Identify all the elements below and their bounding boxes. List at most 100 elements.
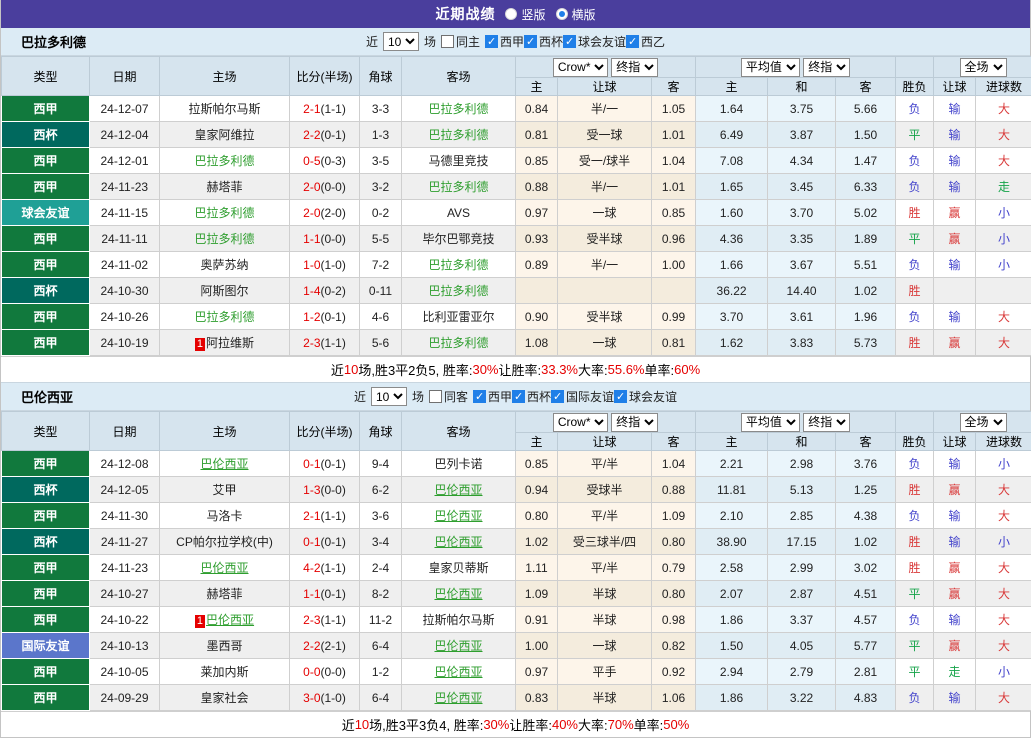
match-row: 西甲24-12-07拉斯帕尔马斯2-1(1-1)3-3巴拉多利德0.84半/一1… (2, 96, 1031, 122)
away-team-cell: 巴拉多利德 (402, 96, 516, 122)
checkbox-checked-icon[interactable] (485, 35, 498, 48)
team-home-link[interactable]: 巴拉多利德 (194, 154, 254, 168)
league-filter-西杯[interactable]: 西杯 (524, 33, 563, 50)
half-time-score: (0-3) (321, 154, 346, 168)
final-odds-select-2[interactable]: 终指 (803, 58, 850, 77)
result-cell: 负 (896, 96, 934, 122)
league-filter-球会友谊[interactable]: 球会友谊 (563, 33, 626, 50)
match-row: 西甲24-11-23巴伦西亚4-2(1-1)2-4皇家贝蒂斯1.11平/半0.7… (2, 555, 1031, 581)
odds-home-cell: 1.11 (516, 555, 558, 581)
checkbox-checked-icon[interactable] (563, 35, 576, 48)
team-away-link[interactable]: 巴拉多利德 (428, 284, 488, 298)
checkbox-checked-icon[interactable] (524, 35, 537, 48)
avg-home-cell: 38.90 (696, 529, 768, 555)
checkbox-checked-icon[interactable] (473, 390, 486, 403)
team-home-link[interactable]: 巴拉多利德 (194, 206, 254, 220)
score-cell: 2-0(2-0) (290, 200, 360, 226)
match-row: 西甲24-10-191阿拉维斯2-3(1-1)5-6巴拉多利德1.08一球0.8… (2, 330, 1031, 356)
away-team-cell: 巴伦西亚 (402, 633, 516, 659)
radio-horizontal-icon[interactable] (556, 8, 568, 20)
odds-home-cell: 0.88 (516, 174, 558, 200)
layout-horizontal-option[interactable]: 横版 (556, 6, 596, 23)
team-home-link[interactable]: 巴伦西亚 (206, 613, 254, 627)
match-date-cell: 24-10-27 (90, 581, 160, 607)
team-away-link[interactable]: 巴拉多利德 (428, 102, 488, 116)
bookmaker-select[interactable]: Crow* (553, 413, 608, 432)
team-away-link[interactable]: 巴伦西亚 (434, 535, 482, 549)
team-home-label: 奥萨苏纳 (200, 258, 248, 272)
team-away-link[interactable]: 巴伦西亚 (434, 509, 482, 523)
team-away-link[interactable]: 巴伦西亚 (434, 665, 482, 679)
handicap-result-cell: 赢 (934, 555, 976, 581)
full-time-score: 2-1 (303, 509, 320, 523)
result-cell: 负 (896, 503, 934, 529)
team-home-link[interactable]: 巴伦西亚 (200, 561, 248, 575)
final-odds-select[interactable]: 终指 (611, 413, 658, 432)
odds-away-cell: 0.79 (652, 555, 696, 581)
full-time-select[interactable]: 全场 (960, 58, 1007, 77)
odds-home-cell: 0.97 (516, 659, 558, 685)
league-filter-西杯[interactable]: 西杯 (512, 388, 551, 405)
match-date-cell: 24-09-29 (90, 685, 160, 711)
checkbox-checked-icon[interactable] (626, 35, 639, 48)
league-filter-西甲[interactable]: 西甲 (485, 33, 524, 50)
team-away-link[interactable]: 巴伦西亚 (434, 587, 482, 601)
odds-away-cell: 0.96 (652, 226, 696, 252)
layout-vertical-option[interactable]: 竖版 (505, 6, 545, 23)
team-home-label: 墨西哥 (206, 639, 242, 653)
league-filter-西乙[interactable]: 西乙 (626, 33, 665, 50)
average-select[interactable]: 平均值 (741, 413, 800, 432)
match-row: 西甲24-10-27赫塔菲1-1(0-1)8-2巴伦西亚1.09半球0.802.… (2, 581, 1031, 607)
goals-result-cell: 小 (976, 529, 1031, 555)
same-venue-filter[interactable]: 同主 (441, 33, 480, 50)
league-filter-西甲[interactable]: 西甲 (473, 388, 512, 405)
result-cell: 平 (896, 659, 934, 685)
checkbox-checked-icon[interactable] (614, 390, 627, 403)
handicap-result-cell: 赢 (934, 330, 976, 356)
bookmaker-select[interactable]: Crow* (553, 58, 608, 77)
checkbox-checked-icon[interactable] (512, 390, 525, 403)
team-away-link[interactable]: 巴拉多利德 (428, 336, 488, 350)
final-odds-select[interactable]: 终指 (611, 58, 658, 77)
half-time-score: (1-1) (321, 509, 346, 523)
avg-draw-cell: 2.85 (768, 503, 836, 529)
games-count-select[interactable]: 10 (371, 387, 407, 406)
full-time-score: 2-1 (303, 102, 320, 116)
col-handicap: 让球 (558, 78, 652, 96)
same-venue-filter[interactable]: 同客 (429, 388, 468, 405)
final-odds-select-2[interactable]: 终指 (803, 413, 850, 432)
checkbox-checked-icon[interactable] (551, 390, 564, 403)
team-home-link[interactable]: 巴拉多利德 (194, 232, 254, 246)
avg-away-cell: 1.47 (836, 148, 896, 174)
avg-home-cell: 2.21 (696, 451, 768, 477)
league-filter-国际友谊[interactable]: 国际友谊 (551, 388, 614, 405)
team-away-link[interactable]: 巴伦西亚 (434, 639, 482, 653)
match-league-cell: 西杯 (2, 122, 90, 148)
team-away-link[interactable]: 巴伦西亚 (434, 691, 482, 705)
odds-home-cell: 0.90 (516, 304, 558, 330)
average-select[interactable]: 平均值 (741, 58, 800, 77)
games-count-select[interactable]: 10 (383, 32, 419, 51)
team-home-link[interactable]: 巴伦西亚 (200, 457, 248, 471)
avg-draw-cell: 4.34 (768, 148, 836, 174)
checkbox-unchecked-icon[interactable] (441, 35, 454, 48)
handicap-result-cell: 输 (934, 174, 976, 200)
home-team-cell: 赫塔菲 (160, 174, 290, 200)
handicap-cell: 一球 (558, 633, 652, 659)
corner-cell: 5-6 (360, 330, 402, 356)
radio-vertical-icon[interactable] (505, 8, 517, 20)
full-time-score: 1-2 (303, 310, 320, 324)
team-away-link[interactable]: 巴拉多利德 (428, 180, 488, 194)
avg-home-cell: 4.36 (696, 226, 768, 252)
team-away-link[interactable]: 巴拉多利德 (428, 258, 488, 272)
handicap-cell: 平手 (558, 659, 652, 685)
avg-home-cell: 36.22 (696, 278, 768, 304)
league-filter-球会友谊[interactable]: 球会友谊 (614, 388, 677, 405)
team-away-link[interactable]: 巴拉多利德 (428, 128, 488, 142)
full-time-select[interactable]: 全场 (960, 413, 1007, 432)
team-home-link[interactable]: 巴拉多利德 (194, 310, 254, 324)
match-date-cell: 24-10-05 (90, 659, 160, 685)
team-away-link[interactable]: 巴伦西亚 (434, 483, 482, 497)
checkbox-unchecked-icon[interactable] (429, 390, 442, 403)
result-cell: 胜 (896, 330, 934, 356)
